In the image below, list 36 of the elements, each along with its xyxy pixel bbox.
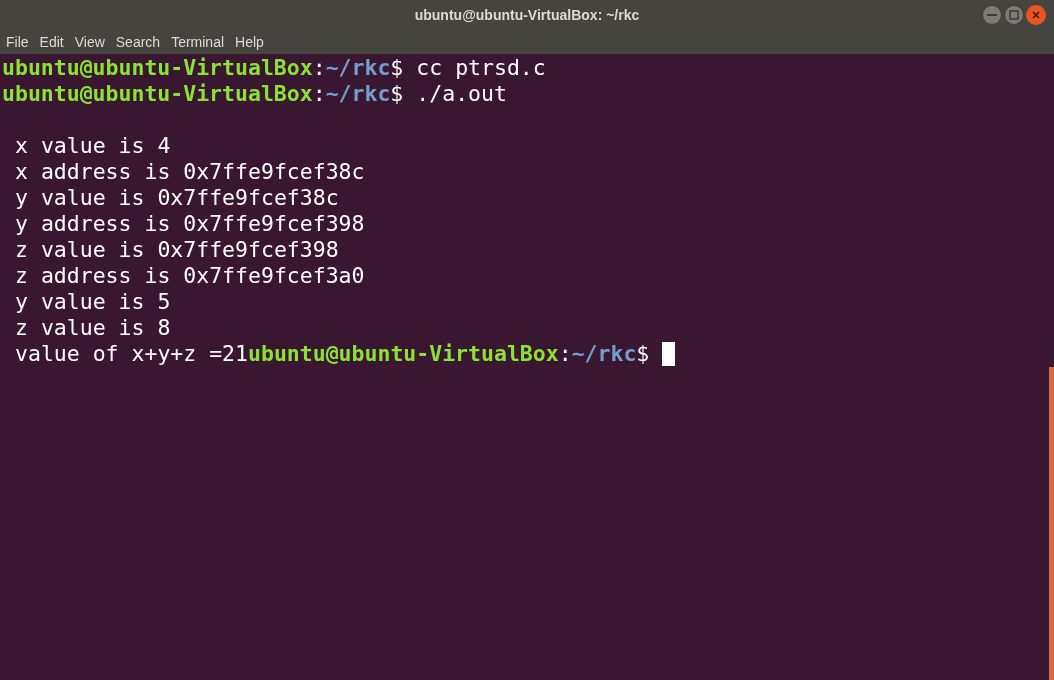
menu-item[interactable]: View xyxy=(69,31,110,53)
output-text: x address is 0x7ffe9fcef38c xyxy=(15,157,365,186)
output-text: z address is 0x7ffe9fcef3a0 xyxy=(15,261,365,290)
prompt-user-host: ubuntu@ubuntu-VirtualBox xyxy=(2,79,313,108)
maximize-button[interactable] xyxy=(1004,5,1024,25)
minimize-icon xyxy=(987,14,997,16)
maximize-icon xyxy=(1009,10,1019,20)
close-button[interactable] xyxy=(1026,5,1046,25)
output-text: y value is 5 xyxy=(15,287,171,316)
output-text: y value is 0x7ffe9fcef38c xyxy=(15,183,339,212)
output-text: x value is 4 xyxy=(15,131,171,160)
prompt-colon: : xyxy=(312,79,326,108)
prompt-user-host: ubuntu@ubuntu-VirtualBox xyxy=(248,339,559,368)
prompt-colon: : xyxy=(312,53,326,82)
prompt-path: ~/rkc xyxy=(325,79,391,108)
prompt-path: ~/rkc xyxy=(325,53,391,82)
command-text: cc ptrsd.c xyxy=(416,53,546,82)
prompt-user-host: ubuntu@ubuntu-VirtualBox xyxy=(2,53,313,82)
menu-item[interactable]: Edit xyxy=(34,31,69,53)
prompt-colon: : xyxy=(558,339,572,368)
window-title: ubuntu@ubuntu-VirtualBox: ~/rkc xyxy=(414,5,640,25)
output-text: value of x+y+z =21 xyxy=(15,339,248,368)
menu-item[interactable]: Terminal xyxy=(166,31,230,53)
prompt-symbol: $ xyxy=(636,339,650,368)
prompt-symbol: $ xyxy=(390,79,404,108)
close-icon xyxy=(1032,11,1040,19)
output-text: z value is 0x7ffe9fcef398 xyxy=(15,235,339,264)
command-text: ./a.out xyxy=(416,79,507,108)
output-text: y address is 0x7ffe9fcef398 xyxy=(15,209,365,238)
menu-item[interactable]: File xyxy=(1,31,34,53)
menu-item[interactable]: Search xyxy=(110,31,166,53)
prompt-path: ~/rkc xyxy=(571,339,637,368)
minimize-button[interactable] xyxy=(982,5,1002,25)
menu-item[interactable]: Help xyxy=(230,31,269,53)
prompt-symbol: $ xyxy=(390,53,404,82)
output-text: z value is 8 xyxy=(15,313,171,342)
